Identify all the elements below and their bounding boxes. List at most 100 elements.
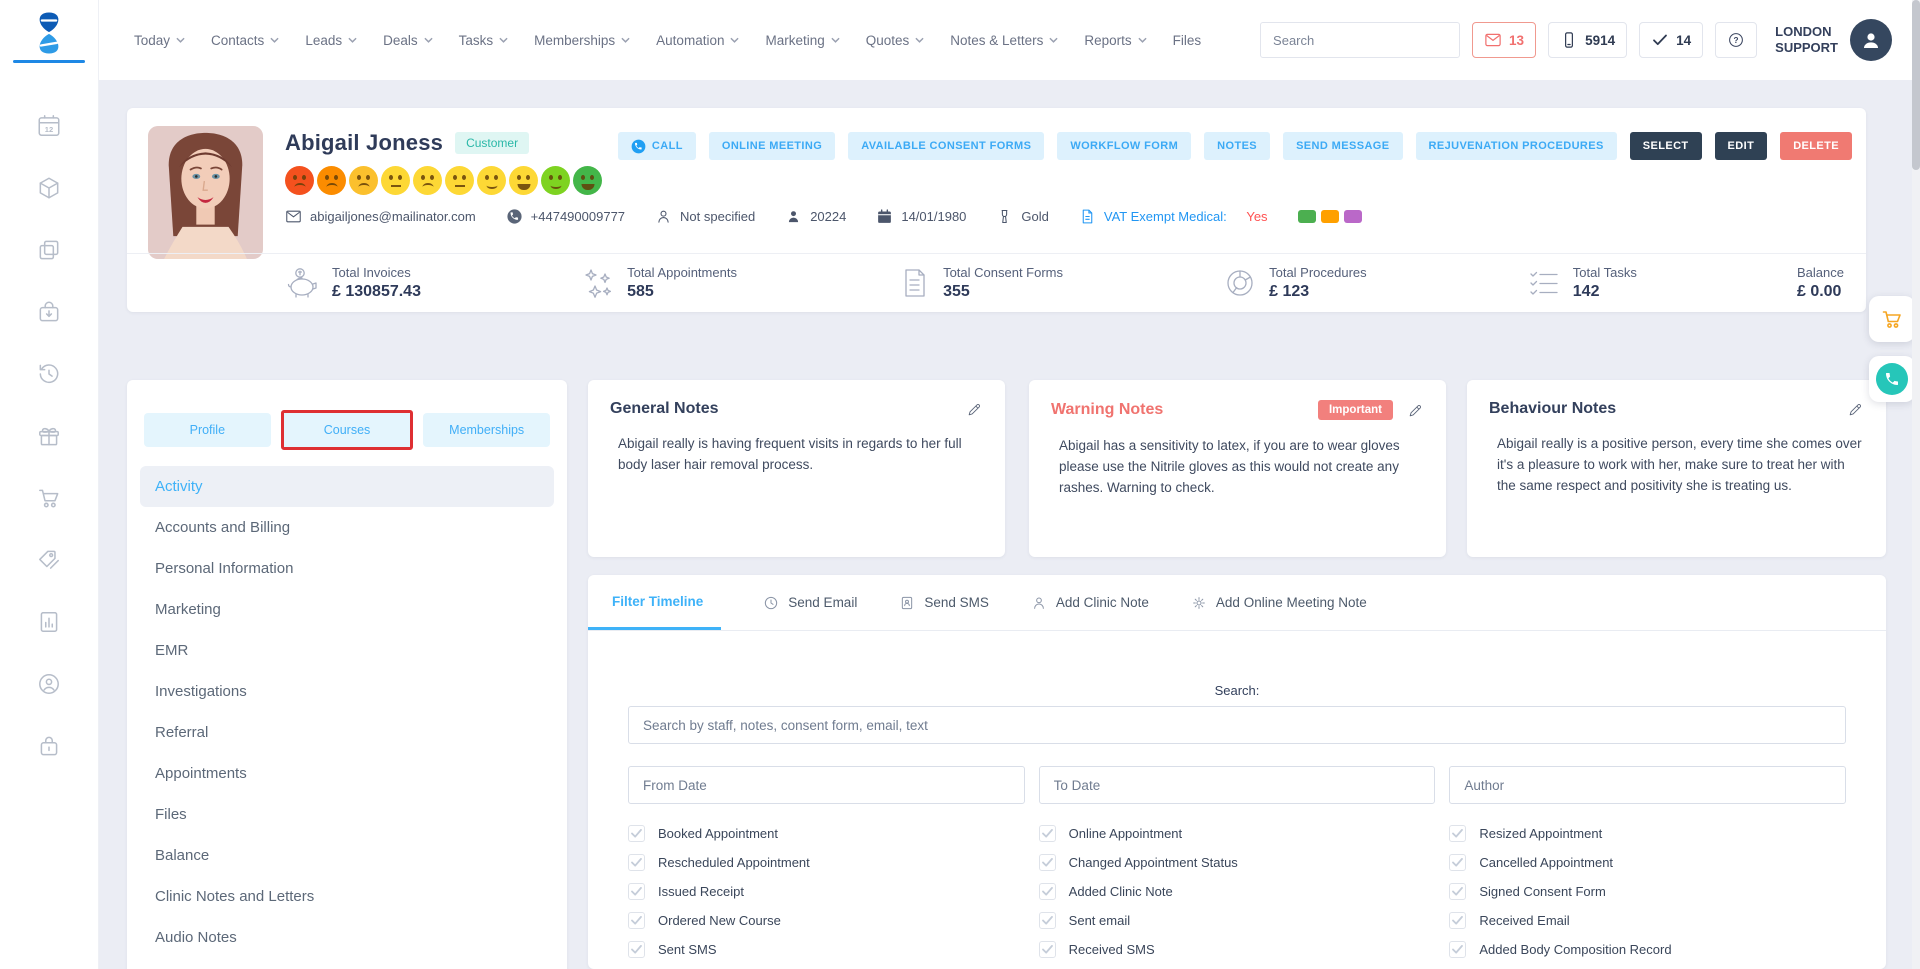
filter-issued-receipt[interactable]: Issued Receipt: [628, 883, 1025, 900]
quick-cart-button[interactable]: [1869, 296, 1915, 342]
tab-send-sms[interactable]: Send SMS: [899, 575, 989, 630]
tag-purple[interactable]: [1344, 210, 1362, 223]
nav-automation[interactable]: Automation: [656, 33, 739, 48]
call-button[interactable]: CALL: [618, 132, 696, 160]
filter-ordered-new-course[interactable]: Ordered New Course: [628, 912, 1025, 929]
filter-signed-consent-form[interactable]: Signed Consent Form: [1449, 883, 1846, 900]
tab-memberships[interactable]: Memberships: [423, 413, 550, 447]
menu-accounts-and-billing[interactable]: Accounts and Billing: [140, 507, 554, 548]
tags-icon[interactable]: [36, 547, 62, 573]
tab-send-email[interactable]: Send Email: [763, 575, 857, 630]
mood-emoji-7[interactable]: [477, 166, 506, 195]
client-phone[interactable]: +447490009777: [506, 208, 625, 225]
rejuvenation-procedures-button[interactable]: REJUVENATION PROCEDURES: [1416, 132, 1617, 160]
notes-button[interactable]: NOTES: [1204, 132, 1270, 160]
from-date-input[interactable]: [628, 766, 1025, 804]
nav-marketing[interactable]: Marketing: [765, 33, 839, 48]
vat-exempt-status[interactable]: VAT Exempt Medical: Yes: [1079, 208, 1268, 225]
cart-icon[interactable]: [36, 485, 62, 511]
mood-emoji-8[interactable]: [509, 166, 538, 195]
nav-memberships[interactable]: Memberships: [534, 33, 630, 48]
mood-emoji-9[interactable]: [541, 166, 570, 195]
filter-booked-appointment[interactable]: Booked Appointment: [628, 825, 1025, 842]
help-button[interactable]: ?: [1715, 22, 1757, 58]
filter-sent-email[interactable]: Sent email: [1039, 912, 1436, 929]
global-search-input[interactable]: [1261, 33, 1460, 48]
app-logo[interactable]: [13, 8, 85, 63]
menu-emr[interactable]: EMR: [140, 630, 554, 671]
filter-received-email[interactable]: Received Email: [1449, 912, 1846, 929]
nav-contacts[interactable]: Contacts: [211, 33, 279, 48]
filter-rescheduled-appointment[interactable]: Rescheduled Appointment: [628, 854, 1025, 871]
nav-notes-letters[interactable]: Notes & Letters: [950, 33, 1058, 48]
menu-files[interactable]: Files: [140, 794, 554, 835]
quick-call-button[interactable]: [1869, 356, 1915, 402]
tag-green[interactable]: [1298, 210, 1316, 223]
available-consent-forms-button[interactable]: AVAILABLE CONSENT FORMS: [848, 132, 1044, 160]
timeline-search-input[interactable]: [628, 706, 1846, 744]
mail-counter-button[interactable]: 13: [1472, 22, 1536, 58]
menu-personal-information[interactable]: Personal Information: [140, 548, 554, 589]
mood-emoji-3[interactable]: [349, 166, 378, 195]
edit-button[interactable]: EDIT: [1715, 132, 1768, 160]
scrollbar-thumb[interactable]: [1912, 0, 1920, 170]
filter-changed-appointment-status[interactable]: Changed Appointment Status: [1039, 854, 1436, 871]
tab-add-online-meeting-note[interactable]: Add Online Meeting Note: [1191, 575, 1367, 630]
client-email[interactable]: abigailjones@mailinator.com: [285, 208, 476, 225]
menu-referral[interactable]: Referral: [140, 712, 554, 753]
nav-deals[interactable]: Deals: [383, 33, 433, 48]
user-avatar[interactable]: [1850, 19, 1892, 61]
select-button[interactable]: SELECT: [1630, 132, 1702, 160]
to-date-input[interactable]: [1039, 766, 1436, 804]
mood-emoji-2[interactable]: [317, 166, 346, 195]
duplicate-icon[interactable]: [36, 237, 62, 263]
nav-quotes[interactable]: Quotes: [866, 33, 925, 48]
edit-pencil-icon[interactable]: [966, 401, 983, 418]
support-agent-icon[interactable]: [36, 671, 62, 697]
menu-clinic-notes-and-letters[interactable]: Clinic Notes and Letters: [140, 876, 554, 917]
menu-activity[interactable]: Activity: [140, 466, 554, 507]
filter-cancelled-appointment[interactable]: Cancelled Appointment: [1449, 854, 1846, 871]
delete-button[interactable]: DELETE: [1780, 132, 1852, 160]
tasks-counter-button[interactable]: 14: [1639, 22, 1703, 58]
nav-tasks[interactable]: Tasks: [459, 33, 509, 48]
reports-icon[interactable]: [36, 609, 62, 635]
menu-investigations[interactable]: Investigations: [140, 671, 554, 712]
author-input[interactable]: [1449, 766, 1846, 804]
menu-appointments[interactable]: Appointments: [140, 753, 554, 794]
history-icon[interactable]: [36, 361, 62, 387]
mood-emoji-6[interactable]: [445, 166, 474, 195]
edit-pencil-icon[interactable]: [1847, 401, 1864, 418]
basket-icon[interactable]: [36, 299, 62, 325]
filter-added-clinic-note[interactable]: Added Clinic Note: [1039, 883, 1436, 900]
products-cube-icon[interactable]: [36, 175, 62, 201]
mood-emoji-10[interactable]: [573, 166, 602, 195]
tab-profile[interactable]: Profile: [144, 413, 271, 447]
nav-today[interactable]: Today: [134, 33, 185, 48]
edit-pencil-icon[interactable]: [1407, 402, 1424, 419]
filter-added-body-composition-record[interactable]: Added Body Composition Record: [1449, 941, 1846, 958]
gift-icon[interactable]: [36, 423, 62, 449]
send-message-button[interactable]: SEND MESSAGE: [1283, 132, 1402, 160]
filter-online-appointment[interactable]: Online Appointment: [1039, 825, 1436, 842]
workflow-form-button[interactable]: WORKFLOW FORM: [1057, 132, 1191, 160]
mood-emoji-1[interactable]: [285, 166, 314, 195]
tab-courses[interactable]: Courses: [281, 410, 414, 450]
mood-emoji-4[interactable]: [381, 166, 410, 195]
nav-reports[interactable]: Reports: [1084, 33, 1146, 48]
filter-sent-sms[interactable]: Sent SMS: [628, 941, 1025, 958]
menu-balance[interactable]: Balance: [140, 835, 554, 876]
phone-counter-button[interactable]: 5914: [1548, 22, 1627, 58]
menu-marketing[interactable]: Marketing: [140, 589, 554, 630]
filter-resized-appointment[interactable]: Resized Appointment: [1449, 825, 1846, 842]
tab-add-clinic-note[interactable]: Add Clinic Note: [1031, 575, 1149, 630]
tag-orange[interactable]: [1321, 210, 1339, 223]
calendar-icon[interactable]: 12: [36, 113, 62, 139]
menu-drinks[interactable]: Drinks: [140, 958, 554, 969]
online-meeting-button[interactable]: ONLINE MEETING: [709, 132, 835, 160]
nav-leads[interactable]: Leads: [305, 33, 357, 48]
menu-audio-notes[interactable]: Audio Notes: [140, 917, 554, 958]
lock-case-icon[interactable]: [36, 733, 62, 759]
mood-emoji-5[interactable]: [413, 166, 442, 195]
nav-files[interactable]: Files: [1173, 33, 1202, 48]
